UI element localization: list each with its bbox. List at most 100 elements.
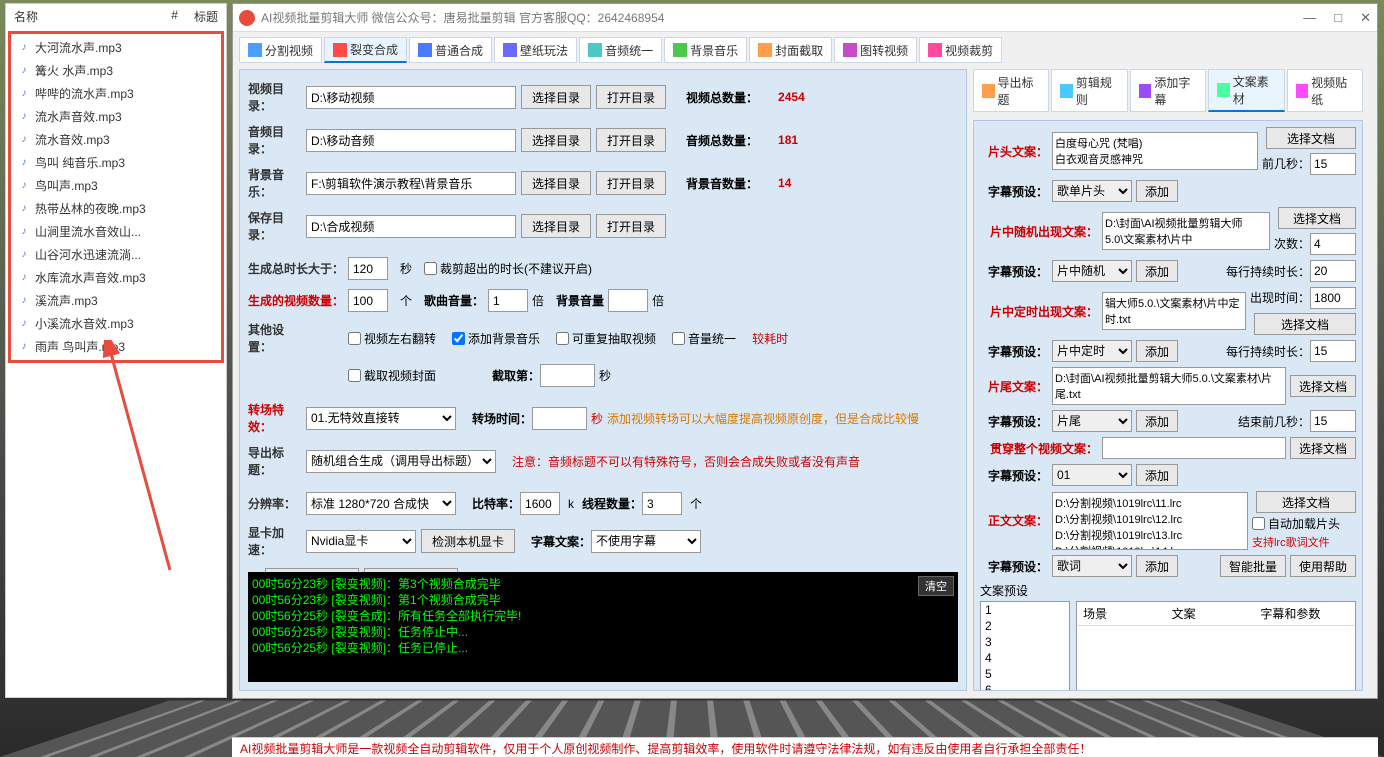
subpre3-select[interactable]: 片中定时 <box>1052 340 1132 362</box>
minimize-button[interactable]: — <box>1303 10 1316 26</box>
video-dir-select[interactable]: 选择目录 <box>521 85 591 109</box>
res-select[interactable]: 标准 1280*720 合成快 <box>306 492 456 515</box>
add3-button[interactable]: 添加 <box>1136 340 1178 362</box>
bgm-dir-open[interactable]: 打开目录 <box>596 171 666 195</box>
file-item[interactable]: ♪鸟叫声.mp3 <box>13 174 219 197</box>
save-dir-select[interactable]: 选择目录 <box>521 214 591 238</box>
gpu-check-button[interactable]: 检测本机显卡 <box>421 529 515 553</box>
add4-button[interactable]: 添加 <box>1136 410 1178 432</box>
add1-button[interactable]: 添加 <box>1136 180 1178 202</box>
tail-input[interactable]: D:\封面\AI视频批量剪辑大师5.0.\文案素材\片尾.txt <box>1052 367 1286 405</box>
tab-split[interactable]: 分割视频 <box>239 37 322 63</box>
head-selectdoc-button[interactable]: 选择文档 <box>1266 127 1356 149</box>
rtab-export-title[interactable]: 导出标题 <box>973 69 1049 112</box>
bg-vol-input[interactable] <box>608 289 648 312</box>
video-dir-input[interactable] <box>306 86 516 109</box>
audio-dir-select[interactable]: 选择目录 <box>521 128 591 152</box>
tab-wallpaper[interactable]: 壁纸玩法 <box>494 37 577 63</box>
body-selectdoc[interactable]: 选择文档 <box>1256 491 1356 513</box>
subpre1-select[interactable]: 歌单片头 <box>1052 180 1132 202</box>
file-item[interactable]: ♪小溪流水音效.mp3 <box>13 312 219 335</box>
file-item[interactable]: ♪热带丛林的夜晚.mp3 <box>13 197 219 220</box>
tab-crop[interactable]: 视频裁剪 <box>919 37 1002 63</box>
head-text-input[interactable]: 白度母心咒 (梵唱) 白衣观音灵感神咒 <box>1052 132 1258 170</box>
cropcover-check[interactable]: 截取视频封面 <box>348 367 436 384</box>
body-input[interactable]: D:\分割视频\1019lrc\11.lrc D:\分割视频\1019lrc\1… <box>1052 492 1248 550</box>
maximize-button[interactable]: □ <box>1334 10 1342 26</box>
duration-input[interactable] <box>348 257 388 280</box>
subpre5-select[interactable]: 01 <box>1052 464 1132 486</box>
song-vol-input[interactable] <box>488 289 528 312</box>
col-hash[interactable]: # <box>171 8 178 25</box>
endpre-input[interactable] <box>1310 410 1356 432</box>
addbgm-check[interactable]: 添加背景音乐 <box>452 330 540 347</box>
preset-list[interactable]: 123456 <box>980 601 1070 691</box>
subpre6-select[interactable]: 歌词 <box>1052 555 1132 577</box>
save-dir-open[interactable]: 打开目录 <box>596 214 666 238</box>
col-title[interactable]: 标题 <box>194 8 218 25</box>
help-button[interactable]: 使用帮助 <box>1290 555 1356 577</box>
save-dir-input[interactable] <box>306 215 516 238</box>
rtab-text-material[interactable]: 文案素材 <box>1208 69 1284 112</box>
close-button[interactable]: ✕ <box>1360 10 1371 26</box>
tab-img2vid[interactable]: 图转视频 <box>834 37 917 63</box>
add5-button[interactable]: 添加 <box>1136 464 1178 486</box>
add2-button[interactable]: 添加 <box>1136 260 1178 282</box>
presec-input[interactable] <box>1310 153 1356 175</box>
whole-input[interactable] <box>1102 437 1286 459</box>
tail-selectdoc[interactable]: 选择文档 <box>1290 375 1356 397</box>
flip-check[interactable]: 视频左右翻转 <box>348 330 436 347</box>
whole-selectdoc[interactable]: 选择文档 <box>1290 437 1356 459</box>
file-item[interactable]: ♪哔哔的流水声.mp3 <box>13 82 219 105</box>
bgm-dir-select[interactable]: 选择目录 <box>521 171 591 195</box>
midfix-input[interactable]: 辑大师5.0.\文案素材\片中定时.txt <box>1102 292 1246 330</box>
file-item[interactable]: ♪溪流声.mp3 <box>13 289 219 312</box>
subpre4-select[interactable]: 片尾 <box>1052 410 1132 432</box>
midfix-selectdoc[interactable]: 选择文档 <box>1254 313 1356 335</box>
col-name[interactable]: 名称 <box>14 8 171 25</box>
file-item[interactable]: ♪水库流水声音效.mp3 <box>13 266 219 289</box>
tab-audio-unify[interactable]: 音频统一 <box>579 37 662 63</box>
clear-log-button[interactable]: 清空 <box>918 576 954 596</box>
midrand-input[interactable]: D:\封面\AI视频批量剪辑大师5.0\文案素材\片中 <box>1102 212 1270 250</box>
subtitle-select[interactable]: 不使用字幕 <box>591 530 701 553</box>
midrand-selectdoc[interactable]: 选择文档 <box>1278 207 1356 229</box>
file-item[interactable]: ♪篝火 水声.mp3 <box>13 59 219 82</box>
bgm-dir-input[interactable] <box>306 172 516 195</box>
audio-dir-open[interactable]: 打开目录 <box>596 128 666 152</box>
file-item[interactable]: ♪山谷河水迅速流淌... <box>13 243 219 266</box>
tab-crack-merge[interactable]: 裂变合成 <box>324 37 407 63</box>
audio-dir-input[interactable] <box>306 129 516 152</box>
tab-bgm[interactable]: 背景音乐 <box>664 37 747 63</box>
gpu-select[interactable]: Nvidia显卡 <box>306 530 416 553</box>
bitrate-input[interactable] <box>520 492 560 515</box>
volunify-check[interactable]: 音量统一 <box>672 330 736 347</box>
perdur1-input[interactable] <box>1310 260 1356 282</box>
trans-select[interactable]: 01.无特效直接转 <box>306 407 456 430</box>
rtab-sticker[interactable]: 视频贴纸 <box>1287 69 1363 112</box>
transtime-input[interactable] <box>532 407 587 430</box>
rtab-add-sub[interactable]: 添加字幕 <box>1130 69 1206 112</box>
file-item[interactable]: ♪流水声音效.mp3 <box>13 105 219 128</box>
export-select[interactable]: 随机组合生成（调用导出标题） <box>306 450 496 473</box>
gen-count-input[interactable] <box>348 289 388 312</box>
file-item[interactable]: ♪流水音效.mp3 <box>13 128 219 151</box>
dedup-check[interactable]: 可重复抽取视频 <box>556 330 656 347</box>
file-item[interactable]: ♪大河流水声.mp3 <box>13 36 219 59</box>
video-dir-open[interactable]: 打开目录 <box>596 85 666 109</box>
add6-button[interactable]: 添加 <box>1136 555 1178 577</box>
cropframe-input[interactable] <box>540 364 595 387</box>
smart-button[interactable]: 智能批量 <box>1220 555 1286 577</box>
perdur2-input[interactable] <box>1310 340 1356 362</box>
tab-cover[interactable]: 封面截取 <box>749 37 832 63</box>
autoload-check[interactable]: 自动加载片头 <box>1252 515 1340 532</box>
file-item[interactable]: ♪山涧里流水音效山... <box>13 220 219 243</box>
thread-input[interactable] <box>642 492 682 515</box>
crop-extra-check[interactable]: 裁剪超出的时长(不建议开启) <box>424 260 592 277</box>
tab-normal-merge[interactable]: 普通合成 <box>409 37 492 63</box>
file-item[interactable]: ♪鸟叫 纯音乐.mp3 <box>13 151 219 174</box>
subpre2-select[interactable]: 片中随机 <box>1052 260 1132 282</box>
midrand-count[interactable] <box>1310 233 1356 255</box>
rtab-edit-rules[interactable]: 剪辑规则 <box>1051 69 1127 112</box>
appear-input[interactable] <box>1310 287 1356 309</box>
